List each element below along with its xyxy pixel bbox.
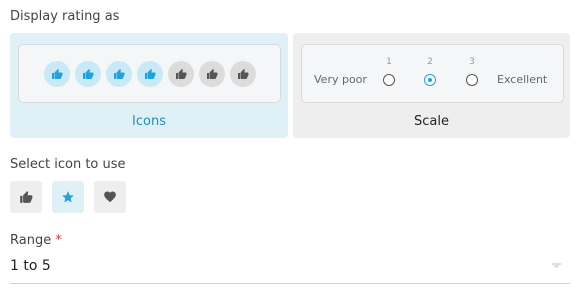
- scale-preview: Very poor 1 2 3 Excellent: [301, 44, 564, 103]
- scale-radio-1: [383, 74, 395, 86]
- preview-thumb-7: [230, 61, 256, 87]
- thumbs-up-icon-option[interactable]: [10, 181, 42, 213]
- display-rating-label: Display rating as: [10, 9, 120, 24]
- scale-number-2: 2: [427, 57, 433, 67]
- preview-thumb-6: [199, 61, 225, 87]
- scale-radio-2: [424, 74, 436, 86]
- preview-thumb-3: [106, 61, 132, 87]
- scale-radio-3: [466, 74, 478, 86]
- thumbs-up-icon: [238, 69, 249, 79]
- range-value: 1 to 5: [10, 258, 51, 274]
- thumbs-up-icon: [83, 69, 94, 79]
- range-label: Range *: [10, 233, 62, 248]
- star-icon-option[interactable]: [52, 181, 84, 213]
- thumbs-up-icon: [20, 191, 33, 203]
- preview-thumb-2: [75, 61, 101, 87]
- heart-icon: [104, 191, 116, 203]
- scale-number-1: 1: [386, 57, 392, 67]
- thumbs-up-icon: [145, 69, 156, 79]
- select-icon-label: Select icon to use: [10, 157, 126, 172]
- preview-thumb-1: [44, 61, 70, 87]
- display-option-scale[interactable]: Very poor 1 2 3 Excellent Scale: [293, 33, 570, 138]
- range-label-text: Range: [10, 233, 52, 248]
- star-icon: [62, 191, 74, 203]
- scale-high-label: Excellent: [497, 73, 548, 86]
- resize-grip-icon: [552, 263, 561, 268]
- thumbs-up-icon: [207, 69, 218, 79]
- icons-option-label: Icons: [132, 114, 166, 129]
- thumbs-up-icon: [176, 69, 187, 79]
- heart-icon-option[interactable]: [94, 181, 126, 213]
- icons-preview: [18, 44, 281, 103]
- range-select[interactable]: 1 to 5: [10, 256, 570, 284]
- display-option-icons[interactable]: Icons: [10, 33, 288, 138]
- preview-thumb-4: [137, 61, 163, 87]
- required-mark: *: [55, 233, 62, 248]
- scale-option-label: Scale: [414, 114, 449, 129]
- preview-thumb-5: [168, 61, 194, 87]
- scale-low-label: Very poor: [314, 73, 367, 86]
- thumbs-up-icon: [52, 69, 63, 79]
- thumbs-up-icon: [114, 69, 125, 79]
- scale-number-3: 3: [469, 57, 475, 67]
